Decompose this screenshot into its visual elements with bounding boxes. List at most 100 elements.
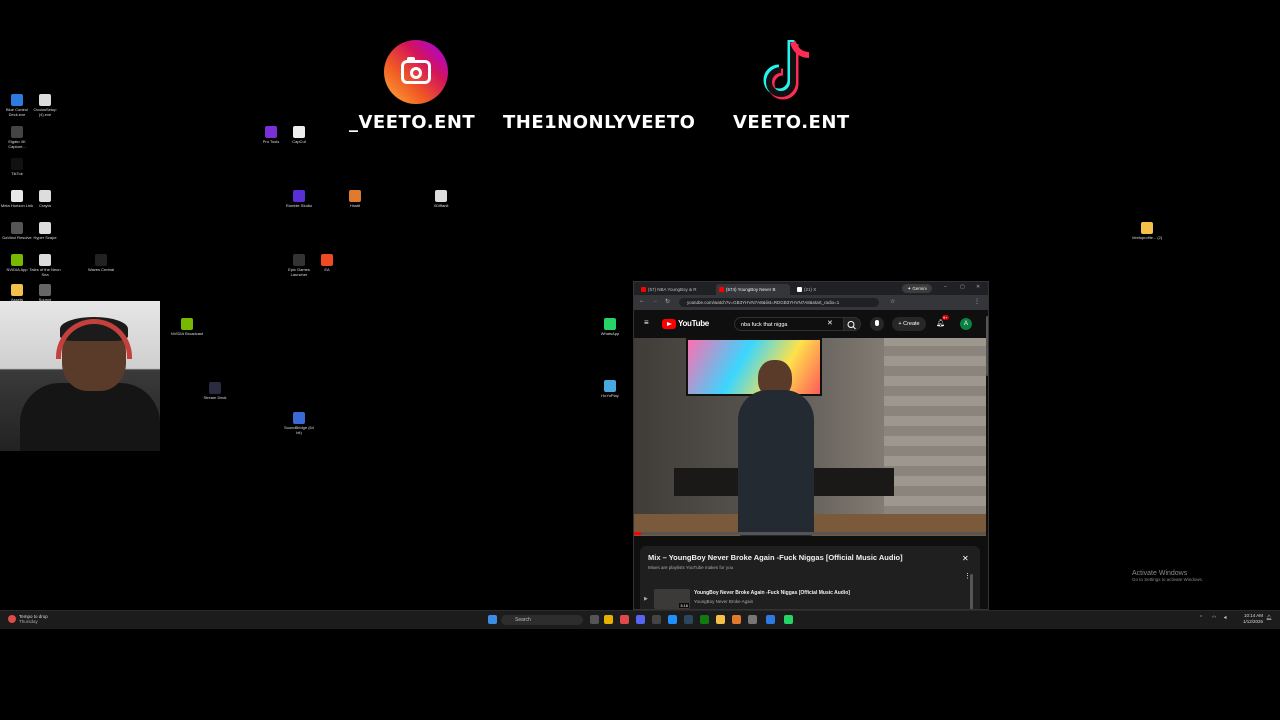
- tiktok-handle: VEETO.ENT: [733, 112, 850, 133]
- playlist-title[interactable]: Mix – YoungBoy Never Broke Again -Fuck N…: [648, 553, 903, 562]
- desktop-icon-label: Elgato 4K Capture...: [8, 139, 26, 149]
- notifications-bell-icon[interactable]: 🔔︎: [936, 319, 945, 327]
- windows-start-icon[interactable]: [488, 615, 497, 624]
- desktop-icon[interactable]: NVIDIA Broadcast: [170, 318, 204, 336]
- file-explorer-icon[interactable]: [716, 615, 725, 624]
- youtube-logo-icon[interactable]: [662, 319, 676, 329]
- minimize-button[interactable]: –: [944, 284, 947, 290]
- playlist-item-channel[interactable]: YoungBoy Never Broke Again: [694, 599, 753, 604]
- desktop-icon[interactable]: Hostit: [338, 190, 372, 208]
- reload-icon[interactable]: ↻: [665, 298, 670, 305]
- gemini-button[interactable]: ✦ Gemini: [902, 284, 932, 293]
- desktop-icon-label: Hostit: [349, 203, 361, 208]
- desktop-icon[interactable]: SoundBridge (64 bit): [282, 412, 316, 435]
- desktop-icon-label: TikTok: [11, 171, 23, 176]
- desktop-icon[interactable]: CapCut: [282, 126, 316, 144]
- desktop-icon[interactable]: Tales of the Neon Sea: [28, 254, 62, 277]
- app-icon[interactable]: [748, 615, 757, 624]
- playlist-item-title[interactable]: YoungBoy Never Broke Again -Fuck Niggas …: [694, 590, 850, 596]
- app-icon[interactable]: [766, 615, 775, 624]
- tiktok-logo-icon: [763, 40, 810, 100]
- create-button[interactable]: + Create: [892, 317, 926, 331]
- playlist-scrollbar[interactable]: [970, 574, 973, 609]
- soundbridge-icon: [293, 412, 305, 424]
- url-input[interactable]: youtube.com/watch?v=GB3YHVN7A8&list=RDGB…: [679, 298, 879, 307]
- x-favicon-icon: [797, 287, 802, 292]
- back-icon[interactable]: ←: [639, 298, 645, 304]
- taskbar-search-input[interactable]: Search: [501, 615, 583, 625]
- playlist-subtitle: Mixes are playlists YouTube makes for yo…: [648, 565, 734, 570]
- desktop-icon[interactable]: WhatsApp: [593, 318, 627, 336]
- search-button[interactable]: [843, 317, 861, 331]
- app-icon: [39, 284, 51, 296]
- progress-bar[interactable]: [634, 532, 986, 535]
- desktop-icon[interactable]: HoYoPlay: [593, 380, 627, 398]
- avatar[interactable]: A: [960, 318, 972, 330]
- app-icon: [349, 190, 361, 202]
- hamburger-menu-icon[interactable]: ≡: [644, 318, 649, 327]
- whatsapp-icon: [604, 318, 616, 330]
- app-icon[interactable]: [652, 615, 661, 624]
- tray-chevron-icon[interactable]: ⌃: [1199, 615, 1203, 621]
- file-icon: [39, 190, 51, 202]
- folder-icon: [11, 284, 23, 296]
- file-icon: [39, 254, 51, 266]
- steam-icon[interactable]: [684, 615, 693, 624]
- app-icon[interactable]: [732, 615, 741, 624]
- bookmark-star-icon[interactable]: ☆: [890, 298, 895, 305]
- desktop-icon[interactable]: Waves Central: [84, 254, 118, 272]
- activate-windows-subtitle: Go to Settings to activate Windows.: [1132, 577, 1204, 582]
- desktop-icon[interactable]: Crayta: [28, 190, 62, 208]
- video-player[interactable]: [634, 338, 986, 536]
- capcut-icon: [293, 126, 305, 138]
- volume-icon[interactable]: 🔊︎: [1224, 615, 1227, 621]
- clear-search-icon[interactable]: ✕: [827, 319, 833, 327]
- desktop-icon-label: WhatsApp: [600, 331, 620, 336]
- forward-icon[interactable]: →: [652, 298, 658, 304]
- desktop-icon[interactable]: Rumble Studio: [282, 190, 316, 208]
- desktop-icon[interactable]: Elgato 4K Capture...: [0, 126, 34, 149]
- tab-nba-youngboy[interactable]: (57) NBA YoungBoy & R: [638, 284, 712, 295]
- tab-youngboy-never-broke[interactable]: (574) YoungBoy Never B: [716, 284, 790, 295]
- clock[interactable]: 10:14 AM 1/12/2026: [1243, 613, 1263, 624]
- whatsapp-icon[interactable]: [784, 615, 793, 624]
- close-playlist-icon[interactable]: ✕: [962, 554, 969, 563]
- menu-kebab-icon[interactable]: ⋮: [974, 298, 980, 305]
- notifications-icon[interactable]: 🔔︎: [1266, 615, 1272, 621]
- file-icon: [435, 190, 447, 202]
- youtube-handle: THE1NONLYVEETO: [503, 112, 696, 133]
- app-icon[interactable]: [620, 615, 629, 624]
- weather-icon[interactable]: [8, 615, 16, 623]
- playlist-panel: Mix – YoungBoy Never Broke Again -Fuck N…: [640, 546, 980, 609]
- weather-widget[interactable]: Tempo to drop Thursday: [19, 614, 48, 624]
- desktop-icon-label: EA: [324, 267, 330, 272]
- desktop-icon[interactable]: EA: [310, 254, 344, 272]
- desktop-icon[interactable]: OculusSetup (4).exe: [28, 94, 62, 117]
- task-view-icon[interactable]: [590, 615, 599, 624]
- discord-icon[interactable]: [636, 615, 645, 624]
- edge-icon[interactable]: [668, 615, 677, 624]
- desktop-icon[interactable]: TikTok: [0, 158, 34, 176]
- wifi-icon[interactable]: ◠: [1212, 615, 1216, 621]
- desktop-icon[interactable]: Stream Deck: [198, 382, 232, 400]
- tab-x[interactable]: (21) X: [794, 284, 864, 295]
- page-scrollbar[interactable]: [986, 316, 988, 376]
- desktop-icon[interactable]: XDiffanit: [424, 190, 458, 208]
- desktop-icon[interactable]: Hyper Scape: [28, 222, 62, 240]
- voice-search-button[interactable]: [870, 317, 884, 331]
- browser-window[interactable]: (57) NBA YoungBoy & R (574) YoungBoy Nev…: [633, 281, 989, 610]
- maximize-button[interactable]: ▢: [960, 284, 965, 290]
- desktop-icon[interactable]: Veetoprofile... (2): [1130, 222, 1164, 240]
- desktop-icon-label: CapCut: [292, 139, 306, 144]
- desktop-icon-label: HoYoPlay: [601, 393, 619, 398]
- desktop-icon-label: SoundBridge (64 bit): [283, 425, 315, 435]
- close-window-button[interactable]: ✕: [976, 284, 980, 290]
- playlist-item-thumbnail[interactable]: 3:16: [654, 589, 690, 609]
- desktop-icon[interactable]: Source: [28, 284, 62, 302]
- playlist-item-duration: 3:16: [679, 603, 689, 608]
- youtube-logo-text[interactable]: YouTube: [678, 319, 709, 328]
- xbox-icon[interactable]: [700, 615, 709, 624]
- desktop-icon-label: Crayta: [39, 203, 51, 208]
- tv-screen: [686, 338, 822, 396]
- chrome-icon[interactable]: [604, 615, 613, 624]
